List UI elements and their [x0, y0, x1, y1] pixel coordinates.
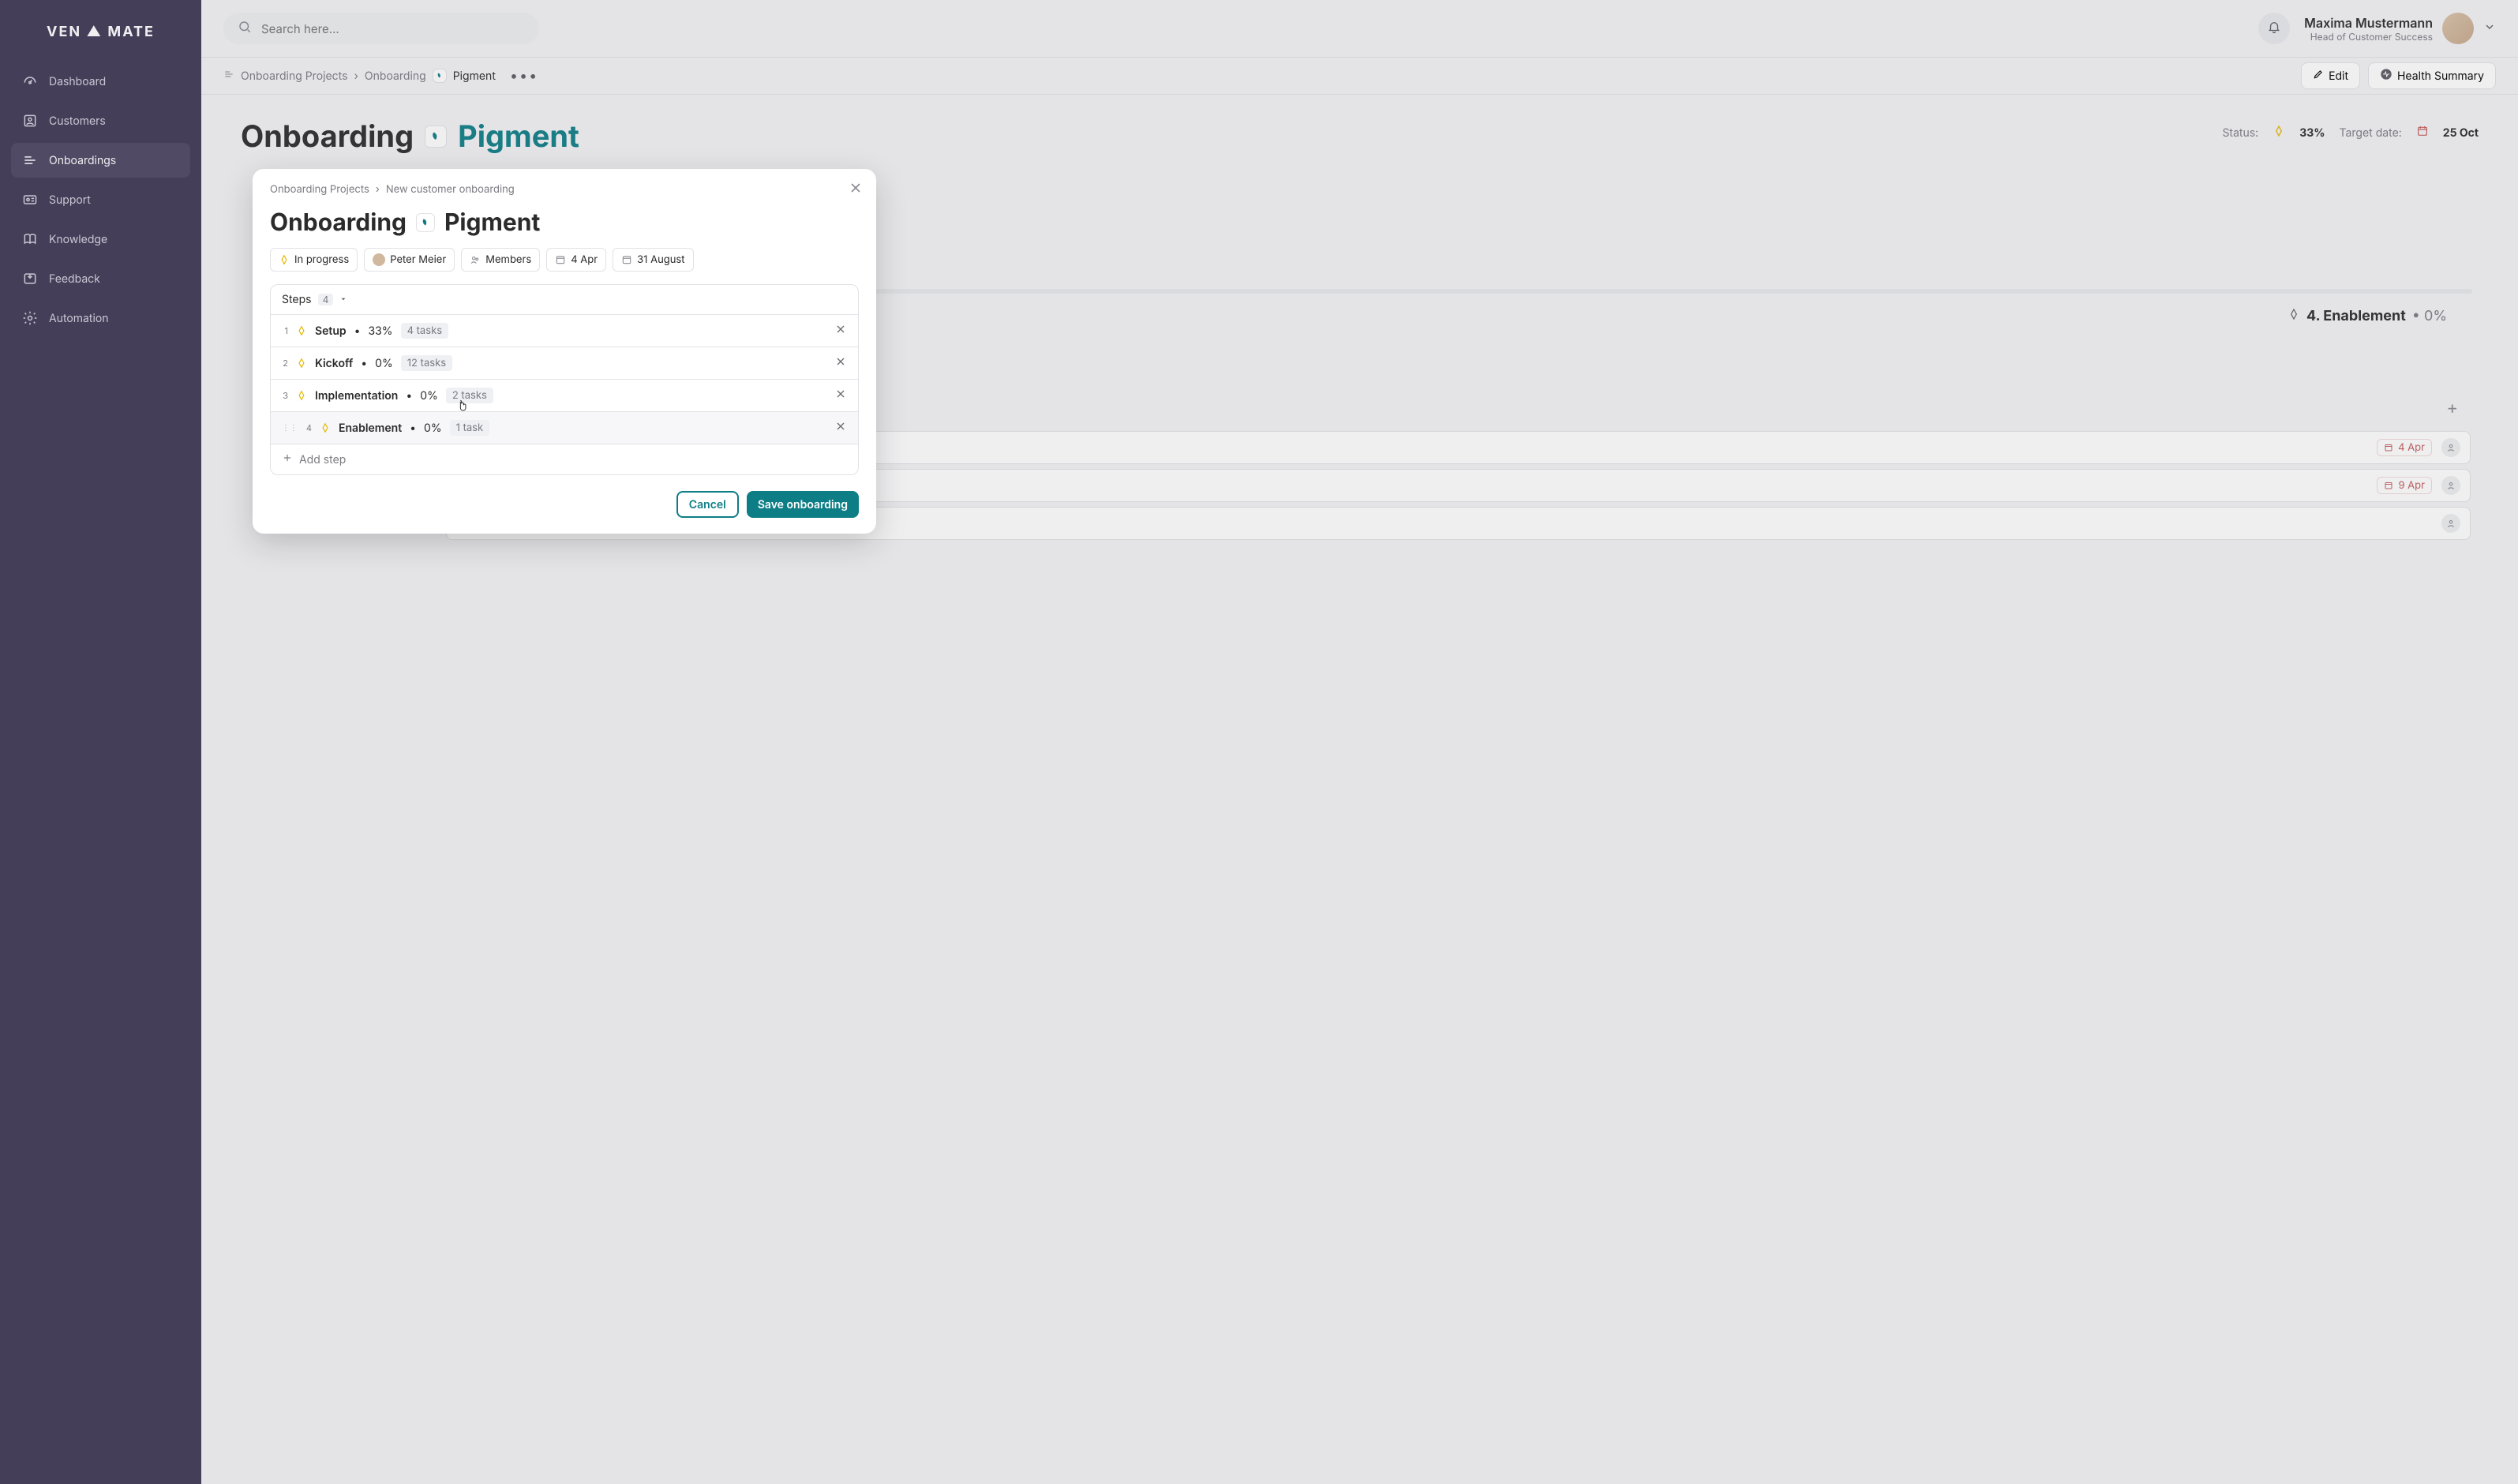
members-chip[interactable]: Members [461, 248, 540, 272]
steps-box: Steps 4 1 Setup •33% 4 tasks 2 Kickoff •… [270, 284, 859, 475]
steps-count: 4 [318, 294, 334, 305]
diamond-icon [296, 325, 307, 336]
cancel-button[interactable]: Cancel [676, 491, 739, 518]
step-row[interactable]: 3 Implementation •0% 2 tasks [271, 379, 858, 411]
step-row[interactable]: ⋮⋮ 4 Enablement •0% 1 task [271, 411, 858, 444]
modal-crumb-leaf: New customer onboarding [386, 183, 515, 196]
company-icon [416, 213, 435, 232]
diamond-icon [279, 254, 290, 265]
delete-step-button[interactable] [834, 323, 847, 339]
delete-step-button[interactable] [834, 355, 847, 371]
drag-handle-icon[interactable]: ⋮⋮ [282, 423, 298, 433]
diamond-icon [320, 422, 331, 433]
tasks-chip: 2 tasks [446, 388, 493, 403]
add-step-button[interactable]: Add step [271, 444, 858, 474]
delete-step-button[interactable] [834, 388, 847, 403]
tasks-chip: 1 task [450, 420, 490, 436]
onboarding-modal: Onboarding Projects › New customer onboa… [253, 169, 876, 534]
calendar-icon [555, 254, 566, 265]
modal-title: Onboarding Pigment [270, 208, 859, 237]
status-chip[interactable]: In progress [270, 248, 358, 272]
tasks-chip: 12 tasks [401, 355, 452, 371]
delete-step-button[interactable] [834, 420, 847, 436]
start-date-chip[interactable]: 4 Apr [546, 248, 606, 272]
users-icon [470, 254, 481, 265]
chevron-down-icon [339, 293, 347, 306]
diamond-icon [296, 358, 307, 369]
modal-breadcrumb: Onboarding Projects › New customer onboa… [270, 183, 859, 196]
owner-chip[interactable]: Peter Meier [364, 248, 455, 272]
close-button[interactable] [848, 180, 864, 199]
modal-crumb-root[interactable]: Onboarding Projects [270, 183, 369, 196]
tasks-chip: 4 tasks [401, 323, 449, 339]
diamond-icon [296, 390, 307, 401]
save-button[interactable]: Save onboarding [747, 491, 859, 518]
avatar-icon [373, 253, 385, 266]
calendar-icon [621, 254, 632, 265]
end-date-chip[interactable]: 31 August [613, 248, 693, 272]
step-row[interactable]: 1 Setup •33% 4 tasks [271, 314, 858, 347]
plus-icon [282, 452, 293, 467]
step-row[interactable]: 2 Kickoff •0% 12 tasks [271, 347, 858, 379]
steps-header[interactable]: Steps 4 [271, 285, 858, 314]
